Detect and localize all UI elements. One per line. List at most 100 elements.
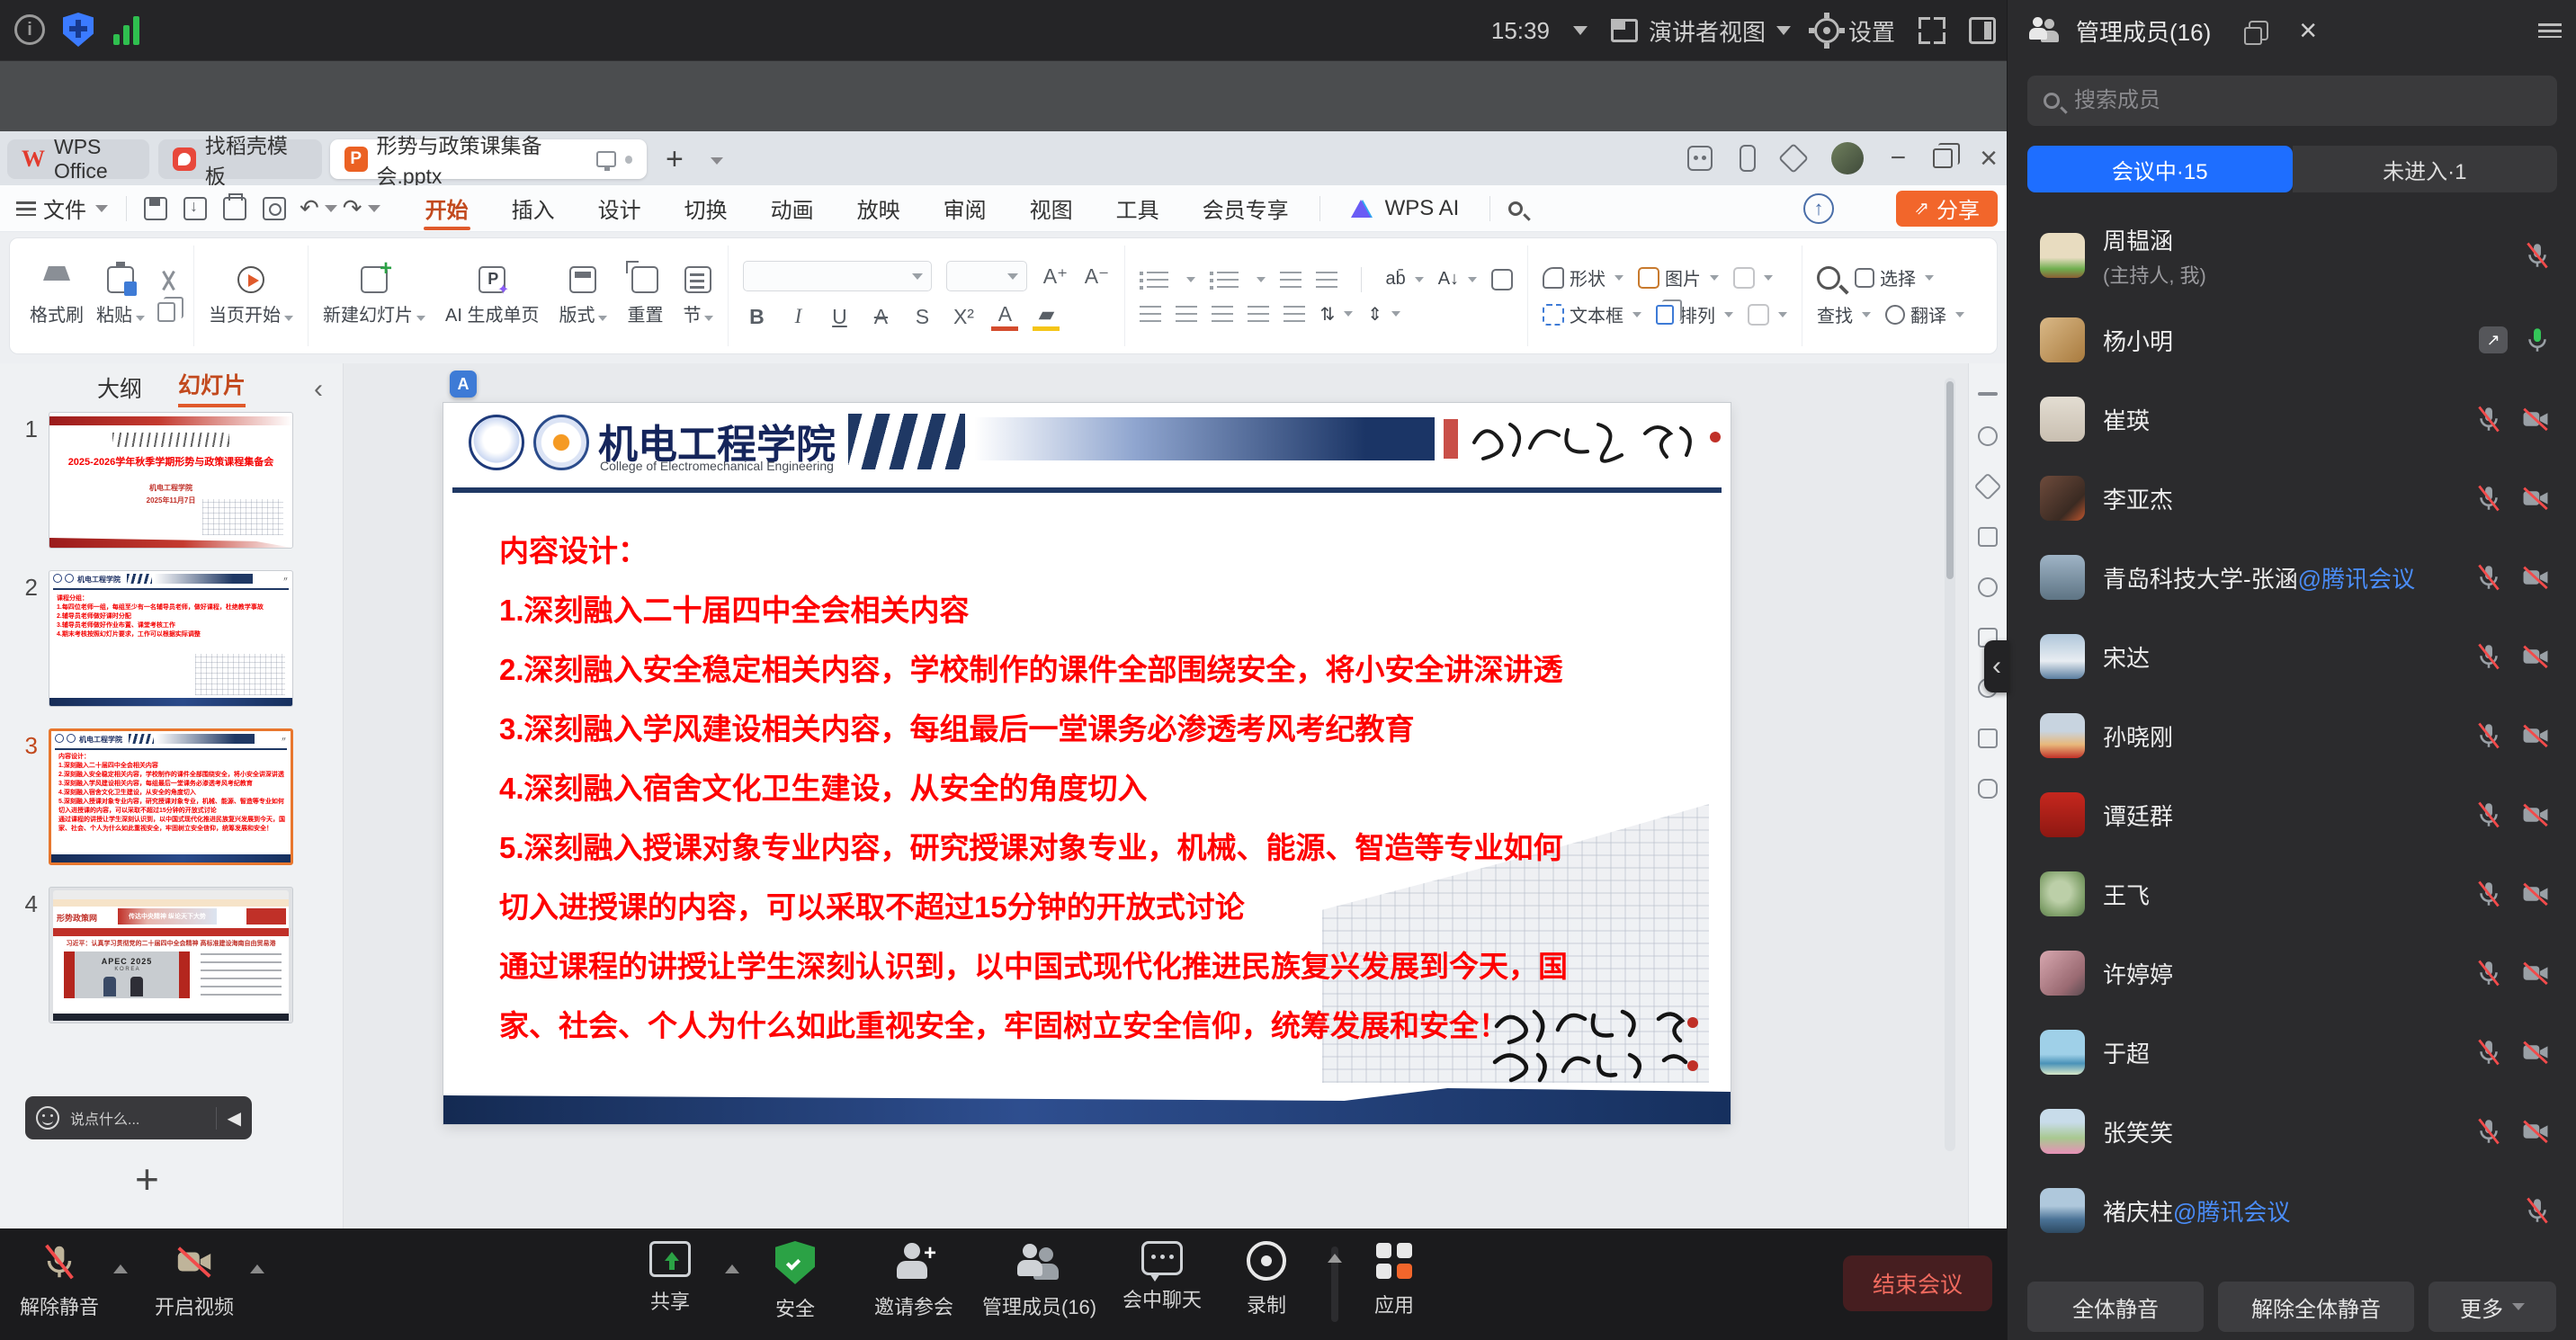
mute-all-button[interactable]: 全体静音 — [2027, 1282, 2204, 1332]
select-button[interactable]: 选择 — [1855, 264, 1934, 290]
decrease-indent-icon[interactable] — [1280, 272, 1301, 288]
section-button[interactable]: 节 — [683, 266, 713, 326]
window-restore-button[interactable] — [1933, 148, 1953, 168]
menu-member[interactable]: 会员专享 — [1181, 185, 1310, 232]
share-options-caret[interactable] — [725, 1264, 739, 1273]
redo-icon[interactable]: ↷ — [343, 194, 362, 222]
meeting-chat-quickbar[interactable]: 说点什么... ◀ — [25, 1096, 252, 1139]
play-from-page-button[interactable]: 当页开始 — [209, 266, 293, 326]
print-icon[interactable] — [223, 197, 246, 220]
star-icon[interactable] — [1973, 472, 2001, 500]
time-caret-icon[interactable] — [1573, 26, 1588, 35]
package-icon[interactable] — [1778, 143, 1809, 174]
more-lines-icon[interactable] — [2538, 23, 2562, 38]
copy-icon[interactable] — [157, 302, 175, 322]
view-mode-button[interactable]: 演讲者视图 — [1611, 14, 1791, 48]
member-row[interactable]: 于超 — [2008, 1013, 2576, 1092]
unmute-button[interactable]: 解除静音 — [20, 1241, 99, 1320]
text-direction-icon[interactable]: A↓ — [1438, 269, 1477, 290]
record-button[interactable]: 录制 — [1247, 1241, 1286, 1318]
member-row[interactable]: 崔瑛 — [2008, 380, 2576, 459]
popout-panel-icon[interactable] — [2249, 21, 2268, 40]
new-slide-button[interactable]: 新建幻灯片 — [323, 266, 425, 326]
paste-button[interactable]: 粘贴 — [96, 266, 145, 326]
line-spacing-icon[interactable]: ⇅ — [1319, 303, 1353, 326]
more-button[interactable]: 更多 — [2428, 1282, 2556, 1332]
increase-font-icon[interactable]: A⁺ — [1042, 264, 1069, 289]
share-button[interactable]: ⇗分享 — [1896, 191, 1998, 227]
end-meeting-button[interactable]: 结束会议 — [1843, 1255, 1992, 1311]
member-row[interactable]: 李亚杰 — [2008, 459, 2576, 538]
shadow-button[interactable]: S — [908, 305, 935, 329]
menu-tools[interactable]: 工具 — [1095, 185, 1181, 232]
tab-list-caret[interactable] — [711, 153, 723, 169]
decrease-font-icon[interactable]: A⁻ — [1083, 264, 1110, 289]
find-button[interactable]: 查找 — [1817, 301, 1871, 327]
editor-vertical-scrollbar[interactable] — [1945, 378, 1955, 1151]
menu-file[interactable]: 文件 — [43, 192, 86, 224]
member-row-partial[interactable] — [2008, 1250, 2576, 1273]
underline-button[interactable]: U — [826, 305, 853, 329]
menu-slideshow[interactable]: 放映 — [836, 185, 922, 232]
font-size-select[interactable] — [946, 261, 1027, 291]
comment-pane-icon[interactable] — [1978, 779, 1998, 799]
minimize-pane-icon[interactable] — [1978, 392, 1998, 396]
fullscreen-icon[interactable] — [1919, 17, 1945, 44]
toolbar-divider-caret[interactable] — [1331, 1246, 1338, 1322]
close-panel-icon[interactable]: × — [2299, 15, 2317, 46]
format-painter-button[interactable]: 格式刷 — [30, 266, 84, 326]
strikethrough-button[interactable]: A — [867, 305, 894, 329]
convert-smartart-icon[interactable] — [1491, 269, 1513, 290]
slide-thumb-2[interactable]: 2 机电工程学院〃 课程分组： 1.每四位老师一组，每组至少有一名辅导员老师，做… — [0, 570, 343, 707]
menu-transition[interactable]: 切换 — [663, 185, 749, 232]
sidebar-toggle-icon[interactable] — [1969, 17, 1996, 44]
panel-collapse-handle[interactable]: ‹ — [1984, 640, 2009, 692]
tab-in-meeting[interactable]: 会议中·15 — [2027, 146, 2293, 192]
slide-text-block[interactable]: 内容设计： 1.深刻融入二十届四中全会相关内容 2.深刻融入安全稳定相关内容，学… — [499, 522, 1711, 1056]
video-options-caret[interactable] — [250, 1264, 264, 1273]
find-big-icon[interactable] — [1817, 266, 1840, 290]
font-color-button[interactable]: A — [991, 302, 1018, 331]
print-preview-icon[interactable] — [263, 197, 286, 220]
align-center-icon[interactable] — [1176, 306, 1197, 322]
menu-wps-ai[interactable]: WPS AI — [1329, 185, 1481, 232]
tab-outline[interactable]: 大纲 — [97, 371, 142, 404]
shape-button[interactable]: 形状 — [1543, 264, 1623, 290]
align-right-icon[interactable] — [1212, 306, 1233, 322]
pinyin-icon[interactable]: ab̄ — [1385, 269, 1423, 290]
font-name-select[interactable] — [743, 261, 932, 291]
member-row[interactable]: 宋达 — [2008, 617, 2576, 696]
picture-button[interactable]: 图片 — [1638, 264, 1719, 290]
slide-thumb-3-selected[interactable]: 3 机电工程学院〃 内容设计： 1.深刻融入二十届四中全会相关内容 2.深刻融入… — [0, 728, 343, 865]
properties-icon[interactable] — [1978, 426, 1998, 446]
stamp-pane-icon[interactable] — [1978, 728, 1998, 748]
bullet-list-icon[interactable] — [1147, 272, 1168, 288]
add-slide-button[interactable]: + — [135, 1155, 159, 1203]
share-screen-button[interactable]: 共享 — [649, 1241, 691, 1315]
highlight-button[interactable]: ▰ — [1033, 302, 1060, 331]
chart-pane-icon[interactable] — [1978, 577, 1998, 597]
slide-thumb-1[interactable]: 1 2025-2026学年秋季学期形势与政策课程集备会 机电工程学院 2025年… — [0, 412, 343, 549]
menu-insert[interactable]: 插入 — [490, 185, 577, 232]
new-tab-button[interactable]: + — [666, 142, 684, 177]
emoji-icon[interactable] — [36, 1106, 59, 1130]
mic-options-caret[interactable] — [113, 1264, 128, 1273]
window-minimize-button[interactable]: − — [1891, 145, 1907, 172]
tab-slides[interactable]: 幻灯片 — [178, 368, 246, 407]
wps-assistant-icon[interactable] — [1687, 146, 1713, 171]
collapse-chatbar-icon[interactable]: ◀ — [216, 1107, 241, 1130]
cut-icon[interactable] — [157, 270, 179, 291]
tab-not-joined[interactable]: 未进入·1 — [2293, 146, 2558, 192]
tab-document-active[interactable]: P 形势与政策课集备会.pptx — [330, 139, 647, 179]
member-row[interactable]: 许婷婷 — [2008, 934, 2576, 1013]
undo-icon[interactable]: ↶ — [300, 194, 319, 222]
redo-caret[interactable] — [368, 205, 380, 212]
start-video-button[interactable]: 开启视频 — [155, 1241, 234, 1320]
wps-ai-floating-icon[interactable]: A — [450, 371, 477, 398]
justify-icon[interactable] — [1248, 306, 1269, 322]
increase-indent-icon[interactable] — [1316, 272, 1337, 288]
member-row[interactable]: 杨小明 ↗ — [2008, 300, 2576, 380]
save-icon[interactable] — [144, 197, 167, 220]
menu-animation[interactable]: 动画 — [749, 185, 836, 232]
italic-button[interactable]: I — [784, 305, 811, 328]
